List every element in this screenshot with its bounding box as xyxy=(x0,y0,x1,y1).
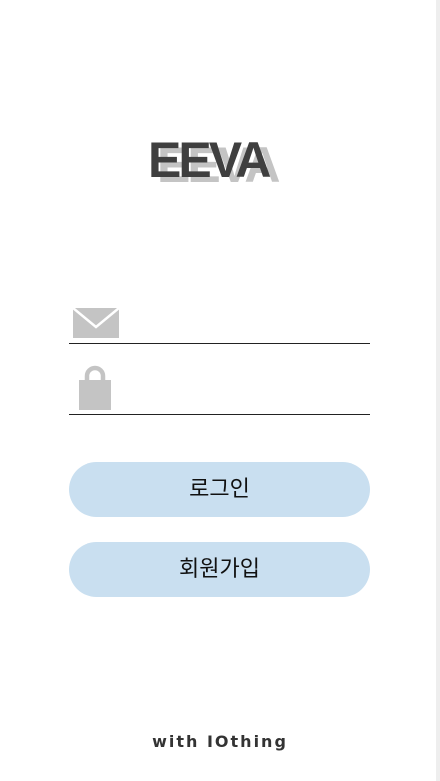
password-field[interactable] xyxy=(69,360,370,415)
app-logo: EEVA EEVA xyxy=(148,132,298,193)
logo-text: EEVA xyxy=(148,132,271,188)
right-edge-border xyxy=(436,0,440,781)
password-input[interactable] xyxy=(129,374,369,410)
footer-credit: with IOthing xyxy=(152,732,288,751)
signup-button[interactable]: 회원가입 xyxy=(69,542,370,597)
lock-icon xyxy=(79,365,111,410)
envelope-icon xyxy=(73,308,119,338)
login-button[interactable]: 로그인 xyxy=(69,462,370,517)
email-input[interactable] xyxy=(129,304,369,340)
email-field[interactable] xyxy=(69,300,370,344)
